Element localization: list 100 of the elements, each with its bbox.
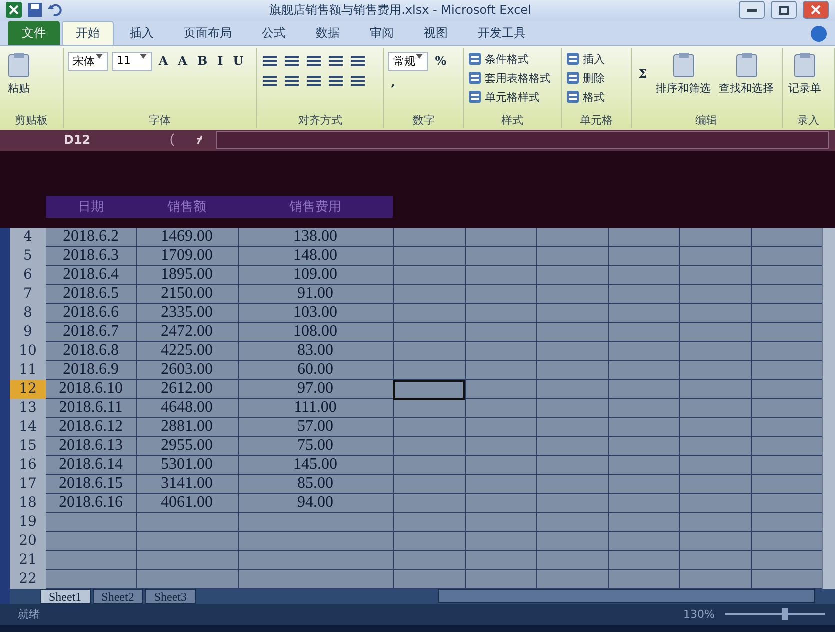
table-cell-text: 148.00 xyxy=(292,246,338,266)
table-cell-text: 2955.00 xyxy=(160,436,214,456)
table-cell-text: 2018.6.9 xyxy=(62,360,120,380)
minimize-icon xyxy=(747,8,757,12)
table-cell-text: 145.00 xyxy=(292,456,338,475)
clipboard-icon xyxy=(670,52,697,78)
ribbon-button[interactable]: 单元格样式 xyxy=(468,90,540,105)
row-header[interactable]: 15 xyxy=(10,436,46,457)
format-button[interactable]: , xyxy=(388,74,398,89)
ribbon-button[interactable]: 记录单 xyxy=(786,52,824,96)
table-cell-text: 85.00 xyxy=(296,474,334,494)
row-header[interactable]: 18 xyxy=(10,494,46,514)
sheet-tab[interactable]: Sheet3 xyxy=(145,588,196,604)
table-cell-text: 2612.00 xyxy=(160,380,214,399)
ribbon-tab[interactable]: 公式 xyxy=(248,20,300,45)
ribbon-tab[interactable]: 页面布局 xyxy=(170,20,246,45)
dropdown-field[interactable]: 常规 xyxy=(388,52,428,71)
row-header[interactable]: 13 xyxy=(10,398,46,419)
format-button[interactable]: U xyxy=(230,52,247,71)
row-header[interactable]: 19 xyxy=(10,512,46,533)
group-label: 字体 xyxy=(148,113,172,128)
maximize-button[interactable] xyxy=(771,1,797,20)
vertical-scrollbar[interactable] xyxy=(822,228,835,589)
table-cell-text: 2018.6.3 xyxy=(62,246,120,266)
row-header[interactable]: 9 xyxy=(10,322,46,343)
dropdown-field[interactable]: 11 xyxy=(112,52,152,71)
caret-icon xyxy=(96,54,103,59)
ribbon-button[interactable]: 套用表格格式 xyxy=(468,70,552,86)
table-cell-text: 2335.00 xyxy=(160,304,214,323)
ribbon-button[interactable]: 排序和筛选 xyxy=(654,52,714,96)
row-header[interactable]: 10 xyxy=(10,342,46,362)
status-text: 就绪 xyxy=(18,606,40,622)
close-button[interactable] xyxy=(803,1,829,20)
ribbon-tab[interactable]: 开发工具 xyxy=(464,20,540,45)
ribbon-tab[interactable]: 插入 xyxy=(116,20,168,45)
table-cell-text: 97.00 xyxy=(296,380,334,399)
ribbon-button[interactable]: 条件格式 xyxy=(468,52,530,67)
ribbon-button[interactable]: 删除 xyxy=(566,70,606,86)
sheet-tab[interactable]: Sheet1 xyxy=(40,588,91,604)
row-header[interactable]: 11 xyxy=(10,360,46,381)
sheet-tab[interactable]: Sheet2 xyxy=(92,588,144,604)
window-title: 旗舰店销售额与销售费用.xlsx - Microsoft Excel xyxy=(268,2,532,19)
ribbon-button[interactable]: 插入 xyxy=(566,52,606,67)
table-cell-text: 1895.00 xyxy=(160,266,214,285)
format-button[interactable]: A xyxy=(156,52,172,71)
table-cell-text: 138.00 xyxy=(292,228,338,247)
row-header[interactable]: 16 xyxy=(10,456,46,476)
table-cell-text: 5301.00 xyxy=(160,456,214,475)
maximize-icon xyxy=(779,6,789,15)
ribbon-button[interactable]: 格式 xyxy=(566,90,606,105)
row-header[interactable]: 8 xyxy=(10,304,46,324)
table-cell-text: 2018.6.2 xyxy=(62,228,120,247)
horizontal-scrollbar[interactable] xyxy=(438,589,815,604)
format-button[interactable]: Σ xyxy=(636,52,650,96)
table-cell-text: 2150.00 xyxy=(160,284,214,304)
row-header[interactable]: 6 xyxy=(10,266,46,286)
row-header[interactable]: 7 xyxy=(10,284,46,305)
table-cell-text: 94.00 xyxy=(296,494,334,513)
table-cell-text: 2018.6.15 xyxy=(58,474,124,494)
help-icon[interactable] xyxy=(811,26,827,42)
ribbon-button[interactable]: 查找和选择 xyxy=(717,52,776,96)
formula-field[interactable] xyxy=(216,131,829,150)
slider-thumb[interactable] xyxy=(782,608,788,620)
row-header[interactable]: 5 xyxy=(10,246,46,267)
clipboard-icon xyxy=(792,52,818,78)
ribbon-tab[interactable]: 文件 xyxy=(8,20,60,45)
row-header[interactable]: 22 xyxy=(10,570,46,590)
format-button[interactable]: I xyxy=(214,52,226,71)
table-cell-text: 2018.6.16 xyxy=(58,494,124,513)
row-header[interactable]: 12 xyxy=(10,380,46,400)
table-cell-text: 111.00 xyxy=(293,398,338,418)
row-header[interactable]: 17 xyxy=(10,474,46,495)
table-cell-text: 83.00 xyxy=(296,342,334,361)
table-cell-text: 4225.00 xyxy=(160,342,214,361)
save-icon[interactable] xyxy=(28,3,42,18)
dropdown-field[interactable]: 宋体 xyxy=(68,52,108,71)
format-button[interactable]: % xyxy=(432,52,450,71)
close-icon xyxy=(811,5,821,16)
group-label: 录入 xyxy=(796,113,820,128)
row-header[interactable]: 4 xyxy=(10,228,46,248)
group-label: 剪贴板 xyxy=(14,113,49,128)
format-button[interactable]: A xyxy=(175,52,190,71)
ribbon-tab[interactable]: 审阅 xyxy=(356,20,408,45)
row-header[interactable]: 14 xyxy=(10,418,46,438)
group-label: 单元格 xyxy=(578,113,614,128)
list-icon xyxy=(566,90,580,104)
row-header[interactable]: 21 xyxy=(10,550,46,571)
undo-icon[interactable] xyxy=(48,3,62,18)
ribbon-tab[interactable]: 视图 xyxy=(410,20,462,45)
row-header[interactable]: 20 xyxy=(10,532,46,552)
format-button[interactable]: B xyxy=(194,52,211,71)
ribbon-button[interactable]: 粘贴 xyxy=(4,52,34,96)
ribbon-tab[interactable]: 数据 xyxy=(302,20,354,45)
table-cell-text: 2018.6.5 xyxy=(62,284,120,304)
name-box[interactable]: D12 xyxy=(14,133,164,148)
minimize-button[interactable] xyxy=(739,1,765,20)
active-cell[interactable] xyxy=(393,380,464,400)
ribbon-tab[interactable]: 开始 xyxy=(62,20,114,45)
table-cell-text: 2472.00 xyxy=(160,322,214,342)
clipboard-icon xyxy=(734,52,760,78)
